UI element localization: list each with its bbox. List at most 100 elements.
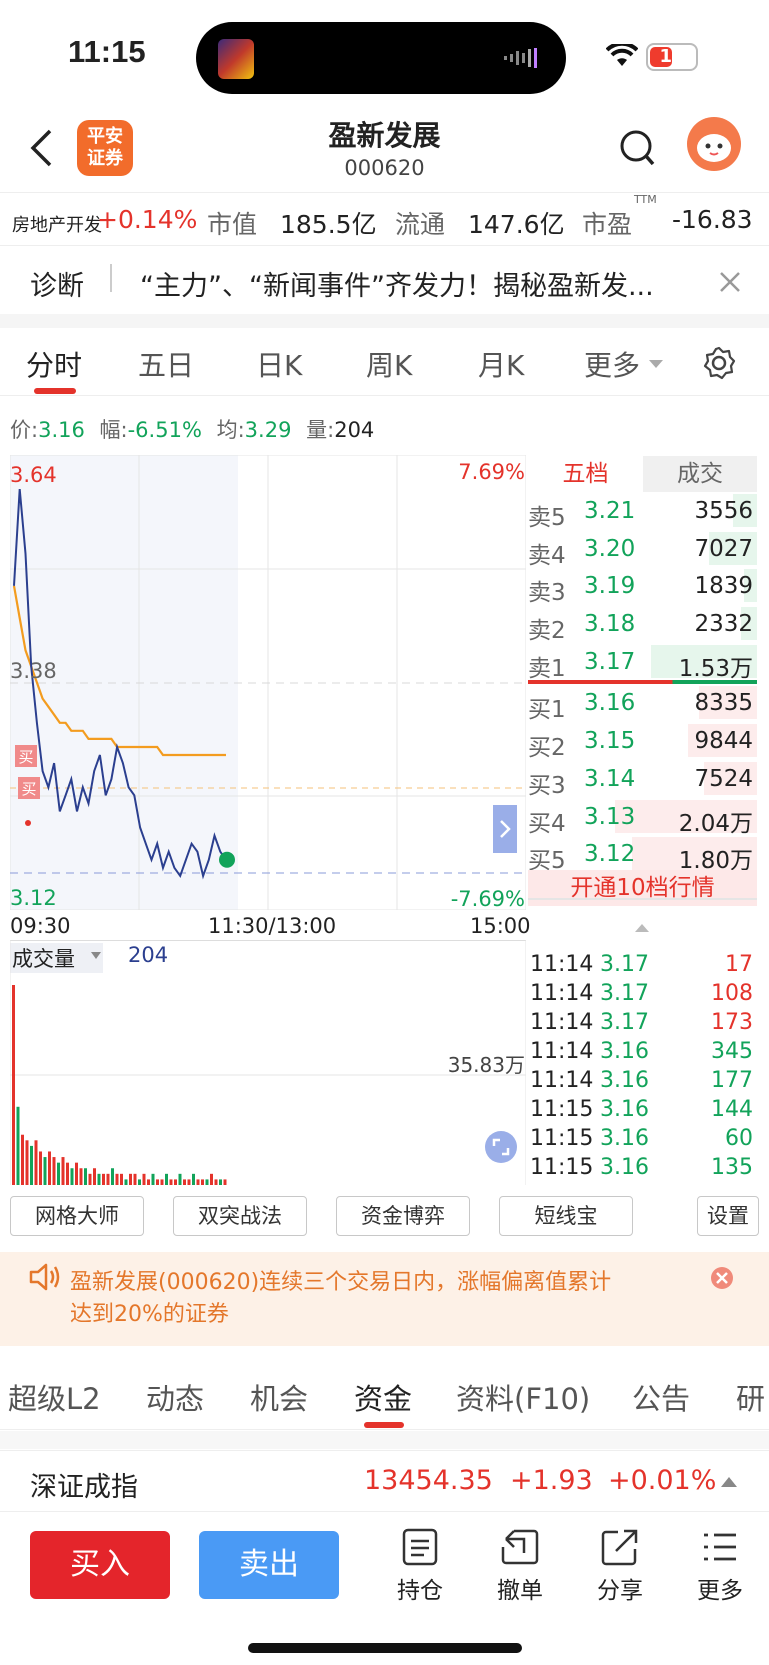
holdings-label: 持仓 <box>397 1578 443 1604</box>
order-book-rows: 卖5 3.21 3556 卖4 3.20 7027 卖3 3.19 1839 卖2 3.18 2332… <box>528 492 757 874</box>
scroll-up-arrow-icon[interactable] <box>634 922 650 934</box>
risk-notice[interactable]: 盈新发展(000620)连续三个交易日内，涨幅偏离值累计 达到20%的证券 <box>0 1252 769 1346</box>
ask-row[interactable]: 卖1 3.17 1.53万 <box>528 643 757 682</box>
low-price-label: 3.12 <box>10 886 57 910</box>
tick-volume: 135 <box>711 1155 753 1180</box>
volume-bar <box>93 1168 96 1185</box>
pe-label: 市盈 <box>582 210 633 239</box>
double-breakout-button[interactable]: 双突战法 <box>173 1196 307 1236</box>
tab-research[interactable]: 研 <box>736 1376 765 1418</box>
tick-price: 3.16 <box>600 1097 649 1122</box>
tick-price: 3.16 <box>600 1155 649 1180</box>
float-value: 147.6亿 <box>468 210 565 239</box>
tool-settings-button[interactable]: 设置 <box>697 1196 759 1236</box>
tab-more[interactable]: 更多 <box>584 344 640 384</box>
volume-bar <box>169 1179 173 1185</box>
volume-bar <box>133 1173 137 1185</box>
ask-row[interactable]: 卖4 3.20 7027 <box>528 530 757 569</box>
buy-marker-text: 买 <box>18 748 33 766</box>
app-thumbnail-icon <box>218 39 254 79</box>
volume-bar <box>156 1179 159 1185</box>
level-price: 3.16 <box>584 690 636 717</box>
volume-chart[interactable]: 35.83万 <box>10 940 526 1185</box>
short-term-button[interactable]: 短线宝 <box>499 1196 633 1236</box>
tab-trades[interactable]: 成交 <box>643 456 757 492</box>
ask-row[interactable]: 卖3 3.19 1839 <box>528 567 757 607</box>
tab-f10[interactable]: 资料(F10) <box>456 1376 590 1418</box>
market-cap-value: 185.5亿 <box>280 210 377 239</box>
cancel-order-nav[interactable]: 撤单 <box>480 1527 560 1605</box>
tab-monthly-k[interactable]: 月K <box>478 344 524 384</box>
holdings-icon <box>402 1528 438 1566</box>
holdings-nav[interactable]: 持仓 <box>380 1527 460 1605</box>
fullscreen-button[interactable] <box>485 1131 517 1163</box>
bid-row[interactable]: 买4 3.13 2.04万 <box>528 798 757 837</box>
tick-time: 11:15 <box>530 1097 594 1122</box>
sector-change: +0.14% <box>97 205 198 234</box>
more-nav[interactable]: 更多 <box>680 1527 760 1605</box>
volume-bar <box>151 1173 155 1185</box>
diagnosis-bar[interactable]: 诊断 “主力”、“新闻事件”齐发力！揭秘盈新发... <box>0 250 769 312</box>
tab-announcements[interactable]: 公告 <box>632 1376 690 1418</box>
vol-label: 量: <box>306 418 335 442</box>
bid-row[interactable]: 买1 3.16 8335 <box>528 684 757 724</box>
bid-row[interactable]: 买3 3.14 7524 <box>528 760 757 799</box>
bid-row[interactable]: 买5 3.12 1.80万 <box>528 835 757 874</box>
diagnosis-text[interactable]: “主力”、“新闻事件”齐发力！揭秘盈新发... <box>140 264 654 303</box>
more-label: 更多 <box>697 1578 743 1604</box>
index-ticker[interactable]: 深证成指 13454.35 +1.93 +0.01% <box>0 1450 769 1512</box>
speaker-icon <box>29 1263 60 1291</box>
level-volume: 7524 <box>694 765 753 792</box>
volume-bar <box>115 1173 119 1185</box>
sector-name[interactable]: 房地产开发 <box>12 211 102 237</box>
tab-daily-k[interactable]: 日K <box>256 344 302 384</box>
close-icon[interactable] <box>718 270 742 294</box>
assistant-avatar-icon[interactable] <box>686 116 742 172</box>
tab-opportunity[interactable]: 机会 <box>250 1376 308 1418</box>
sell-button[interactable]: 卖出 <box>199 1531 339 1599</box>
level-label: 卖1 <box>528 655 566 682</box>
level-price: 3.18 <box>584 611 636 638</box>
expand-panel-button[interactable] <box>493 805 517 853</box>
share-label: 分享 <box>597 1578 643 1604</box>
search-icon[interactable] <box>619 129 657 169</box>
volume-bar <box>183 1179 186 1185</box>
volume-bar <box>178 1173 182 1185</box>
open-level2-button[interactable]: 开通10档行情 <box>528 870 757 906</box>
volume-max-label: 35.83万 <box>448 1053 525 1077</box>
level-volume: 8335 <box>694 690 753 717</box>
more-menu-icon <box>704 1533 736 1561</box>
settings-gear-icon[interactable] <box>702 346 736 380</box>
vol-value: 204 <box>334 418 375 442</box>
ask-row[interactable]: 卖5 3.21 3556 <box>528 492 757 531</box>
level-label: 卖3 <box>528 580 566 607</box>
buy-button[interactable]: 买入 <box>30 1531 170 1599</box>
fund-game-button[interactable]: 资金博弈 <box>336 1196 470 1236</box>
tab-news-feed[interactable]: 动态 <box>146 1376 204 1418</box>
avg-value: 3.29 <box>244 418 292 442</box>
tab-funds[interactable]: 资金 <box>354 1376 412 1418</box>
trade-tick-row: 11:15 3.16 60 <box>528 1124 757 1153</box>
level-label: 买1 <box>528 697 566 724</box>
tab-intraday[interactable]: 分时 <box>26 344 82 384</box>
volume-bar <box>43 1157 47 1185</box>
level-price: 3.20 <box>584 535 636 562</box>
notice-line-2: 达到20%的证券 <box>70 1302 229 1327</box>
intraday-price-chart[interactable]: 买 买 3.64 7.69% 3.38 3.12 -7.69% <box>10 455 526 910</box>
tab-five-day[interactable]: 五日 <box>138 344 194 384</box>
level-volume: 2332 <box>694 611 753 638</box>
tick-time: 11:15 <box>530 1126 594 1151</box>
tab-super-l2[interactable]: 超级L2 <box>8 1376 101 1418</box>
share-nav[interactable]: 分享 <box>580 1527 660 1605</box>
tab-five-level[interactable]: 五档 <box>528 456 643 492</box>
tick-time: 11:14 <box>530 1039 594 1064</box>
level-price: 3.13 <box>584 803 636 830</box>
volume-bar <box>142 1173 146 1185</box>
grid-master-button[interactable]: 网格大师 <box>10 1196 144 1236</box>
ask-row[interactable]: 卖2 3.18 2332 <box>528 605 757 644</box>
volume-bar <box>205 1179 209 1185</box>
tab-weekly-k[interactable]: 周K <box>366 344 412 384</box>
tick-time: 11:14 <box>530 1010 594 1035</box>
close-icon[interactable] <box>710 1266 734 1290</box>
bid-row[interactable]: 买2 3.15 9844 <box>528 722 757 761</box>
